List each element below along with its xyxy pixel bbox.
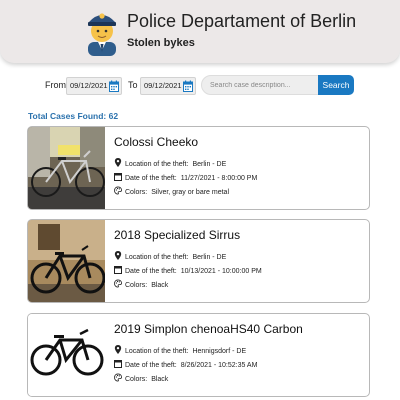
location-label: Location of the theft: bbox=[125, 254, 189, 261]
date-label: Date of the theft: bbox=[125, 362, 177, 369]
colors-row: Colors: Black bbox=[114, 373, 168, 385]
case-card[interactable]: Colossi Cheeko Location of the theft: Ber… bbox=[27, 126, 370, 210]
app-header: Police Departament of Berlin Stolen byke… bbox=[0, 0, 400, 63]
map-marker-icon bbox=[114, 251, 122, 260]
location-row: Location of the theft: Berlin - DE bbox=[114, 158, 226, 170]
colors-label: Colors: bbox=[125, 376, 148, 383]
police-officer-icon bbox=[88, 13, 116, 56]
case-card[interactable]: 2019 Simplon chenoaHS40 Carbon Location … bbox=[27, 313, 370, 397]
colors-row: Colors: Black bbox=[114, 279, 168, 291]
location-label: Location of the theft: bbox=[125, 161, 189, 168]
colors-label: Colors: bbox=[125, 189, 148, 196]
date-value: 10/13/2021 - 10:00:00 PM bbox=[180, 268, 262, 275]
bike-photo bbox=[28, 314, 105, 396]
date-row: Date of the theft: 8/26/2021 - 10:52:35 A… bbox=[114, 359, 257, 371]
page-title: Police Departament of Berlin bbox=[127, 11, 357, 31]
case-card[interactable]: 2018 Specialized Sirrus Location of the … bbox=[27, 219, 370, 303]
date-label: Date of the theft: bbox=[125, 175, 177, 182]
location-row: Location of the theft: Hennigsdorf - DE bbox=[114, 345, 246, 357]
calendar-icon[interactable] bbox=[183, 80, 193, 92]
map-marker-icon bbox=[114, 345, 122, 354]
location-value: Berlin - DE bbox=[192, 161, 227, 168]
calendar-icon bbox=[114, 266, 122, 274]
date-value: 11/27/2021 - 8:00:00 PM bbox=[180, 175, 258, 182]
colors-value: Black bbox=[151, 282, 169, 289]
search-button[interactable]: Search bbox=[318, 75, 354, 95]
calendar-icon[interactable] bbox=[109, 80, 119, 92]
palette-icon bbox=[114, 279, 122, 288]
from-date-value: 09/12/2021 bbox=[70, 81, 108, 90]
bike-photo bbox=[28, 220, 105, 302]
search-input[interactable] bbox=[201, 75, 319, 95]
location-value: Berlin - DE bbox=[192, 254, 227, 261]
date-row: Date of the theft: 11/27/2021 - 8:00:00 P… bbox=[114, 172, 257, 184]
case-title[interactable]: 2018 Specialized Sirrus bbox=[114, 228, 240, 242]
page-subtitle: Stolen bykes bbox=[127, 37, 195, 49]
map-marker-icon bbox=[114, 158, 122, 167]
to-date-field[interactable]: 09/12/2021 bbox=[140, 77, 196, 95]
location-label: Location of the theft: bbox=[125, 348, 189, 355]
palette-icon bbox=[114, 186, 122, 195]
total-cases-count: Total Cases Found: 62 bbox=[28, 111, 119, 121]
colors-value: Silver, gray or bare metal bbox=[151, 189, 229, 196]
to-date-value: 09/12/2021 bbox=[144, 81, 182, 90]
from-label: From bbox=[45, 80, 66, 90]
colors-value: Black bbox=[151, 376, 169, 383]
colors-row: Colors: Silver, gray or bare metal bbox=[114, 186, 229, 198]
calendar-icon bbox=[114, 360, 122, 368]
filter-bar: From 09/12/2021 To 09/12/2021 Search cas… bbox=[0, 74, 400, 98]
palette-icon bbox=[114, 373, 122, 382]
date-row: Date of the theft: 10/13/2021 - 10:00:00 … bbox=[114, 265, 262, 277]
case-title[interactable]: Colossi Cheeko bbox=[114, 135, 198, 149]
location-row: Location of the theft: Berlin - DE bbox=[114, 251, 226, 263]
location-value: Hennigsdorf - DE bbox=[192, 348, 247, 355]
calendar-icon bbox=[114, 173, 122, 181]
colors-label: Colors: bbox=[125, 282, 148, 289]
bike-photo bbox=[28, 127, 105, 209]
date-label: Date of the theft: bbox=[125, 268, 177, 275]
from-date-field[interactable]: 09/12/2021 bbox=[66, 77, 122, 95]
to-label: To bbox=[128, 80, 138, 90]
date-value: 8/26/2021 - 10:52:35 AM bbox=[180, 362, 258, 369]
case-title[interactable]: 2019 Simplon chenoaHS40 Carbon bbox=[114, 322, 303, 336]
